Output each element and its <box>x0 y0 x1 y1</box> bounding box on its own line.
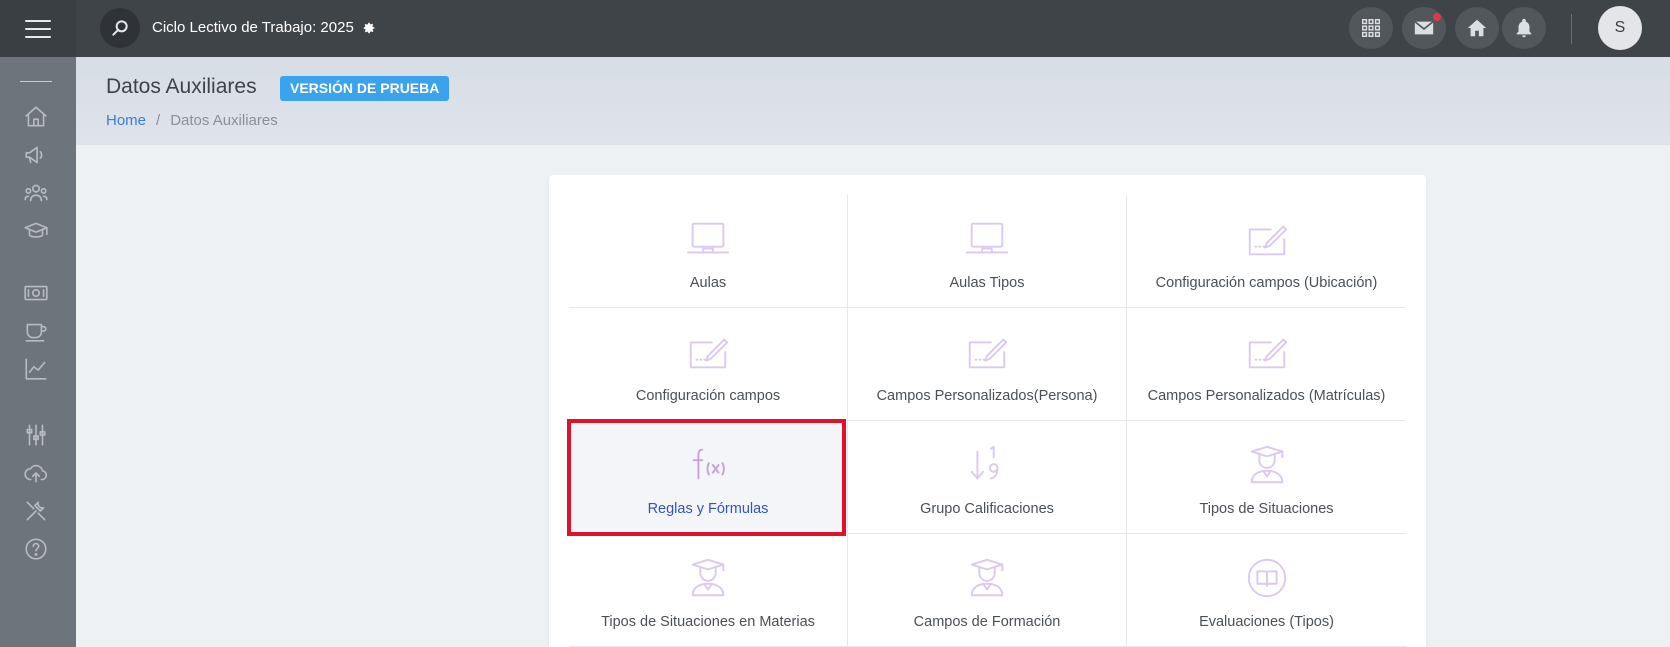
mail-icon <box>1414 20 1434 35</box>
search-icon[interactable] <box>100 8 140 48</box>
graduate-icon <box>963 554 1011 602</box>
tile-aulas[interactable]: Aulas <box>569 195 848 308</box>
apps-grid-icon <box>1362 19 1380 37</box>
megaphone-icon[interactable] <box>22 141 50 169</box>
topbar-divider <box>1571 14 1572 44</box>
sort-numeric-icon <box>963 441 1011 489</box>
tile-configuracion-campos-ubicacion[interactable]: Configuración campos (Ubicación) <box>1127 195 1406 308</box>
help-icon[interactable] <box>22 535 50 563</box>
sliders-icon[interactable] <box>22 421 50 449</box>
cloud-upload-icon[interactable] <box>22 459 50 487</box>
tile-campos-de-formacion[interactable]: Campos de Formación <box>848 534 1127 647</box>
tile-label: Configuración campos <box>635 388 781 404</box>
tile-aulas-tipos[interactable]: Aulas Tipos <box>848 195 1127 308</box>
breadcrumb-current: Datos Auxiliares <box>170 112 278 129</box>
tile-label: Aulas <box>689 275 727 291</box>
apps-grid-button[interactable] <box>1349 7 1393 49</box>
money-icon[interactable] <box>22 279 50 307</box>
home-icon[interactable] <box>22 103 50 131</box>
chart-icon[interactable] <box>22 355 50 383</box>
edit-field-icon <box>1243 328 1291 376</box>
notifications-button[interactable] <box>1502 7 1546 49</box>
users-icon[interactable] <box>22 179 50 207</box>
bell-icon <box>1516 18 1532 38</box>
laptop-icon <box>684 215 732 263</box>
gear-icon[interactable] <box>362 21 376 35</box>
tile-tipos-de-situaciones[interactable]: Tipos de Situaciones <box>1127 421 1406 534</box>
home-button[interactable] <box>1455 7 1499 49</box>
tile-campos-personalizados-persona[interactable]: Campos Personalizados(Persona) <box>848 308 1127 421</box>
tile-label: Campos Personalizados(Persona) <box>876 388 1098 404</box>
tile-grupo-calificaciones[interactable]: Grupo Calificaciones <box>848 421 1127 534</box>
trial-version-badge: VERSIÓN DE PRUEBA <box>280 76 450 101</box>
tile-label: Grupo Calificaciones <box>920 501 1054 517</box>
home-icon <box>1467 19 1487 37</box>
edit-field-icon <box>963 328 1011 376</box>
tile-label: Configuración campos (Ubicación) <box>1155 275 1378 291</box>
sidebar-header <box>0 0 76 57</box>
tile-campos-personalizados-matriculas[interactable]: Campos Personalizados (Matrículas) <box>1127 308 1406 421</box>
cup-icon[interactable] <box>22 317 50 345</box>
tile-label: Campos de Formación <box>913 614 1061 630</box>
tile-label: Aulas Tipos <box>949 275 1025 291</box>
tile-label: Campos Personalizados (Matrículas) <box>1147 388 1386 404</box>
unread-dot <box>1433 13 1441 21</box>
tools-icon[interactable] <box>22 497 50 525</box>
graduate-icon <box>684 554 732 602</box>
tile-label: Evaluaciones (Tipos) <box>1199 614 1334 630</box>
laptop-icon <box>963 215 1011 263</box>
tile-label: Tipos de Situaciones en Materias <box>601 614 815 630</box>
top-bar: Ciclo Lectivo de Trabajo: 2025 S <box>76 0 1670 57</box>
tiles-grid: Aulas Aulas Tipos Configuración campos (… <box>567 195 1406 647</box>
graduate-icon <box>1243 441 1291 489</box>
function-icon <box>684 441 732 489</box>
breadcrumb: Home / Datos Auxiliares <box>106 112 278 129</box>
edit-field-icon <box>684 328 732 376</box>
tile-configuracion-campos[interactable]: Configuración campos <box>569 308 848 421</box>
tile-reglas-y-formulas[interactable]: Reglas y Fórmulas <box>567 419 848 536</box>
page-header: Datos Auxiliares VERSIÓN DE PRUEBA Home … <box>76 57 1670 145</box>
graduation-cap-icon[interactable] <box>22 217 50 245</box>
tile-evaluaciones-tipos[interactable]: Evaluaciones (Tipos) <box>1127 534 1406 647</box>
work-cycle-label: Ciclo Lectivo de Trabajo: 2025 <box>152 19 354 36</box>
tile-label: Reglas y Fórmulas <box>647 501 769 517</box>
tile-label: Tipos de Situaciones <box>1199 501 1334 517</box>
auxiliary-data-card: Aulas Aulas Tipos Configuración campos (… <box>549 175 1426 647</box>
book-circle-icon <box>1243 554 1291 602</box>
tile-tipos-de-situaciones-en-materias[interactable]: Tipos de Situaciones en Materias <box>569 534 848 647</box>
sidebar-divider <box>20 81 52 82</box>
breadcrumb-home-link[interactable]: Home <box>106 112 146 129</box>
breadcrumb-separator: / <box>156 112 161 129</box>
menu-icon[interactable] <box>25 19 51 38</box>
page-title: Datos Auxiliares <box>106 75 257 98</box>
edit-field-icon <box>1243 215 1291 263</box>
work-cycle-selector[interactable]: Ciclo Lectivo de Trabajo: 2025 <box>152 19 376 36</box>
sidebar <box>0 0 76 647</box>
messages-button[interactable] <box>1402 7 1446 49</box>
avatar[interactable]: S <box>1598 6 1642 50</box>
